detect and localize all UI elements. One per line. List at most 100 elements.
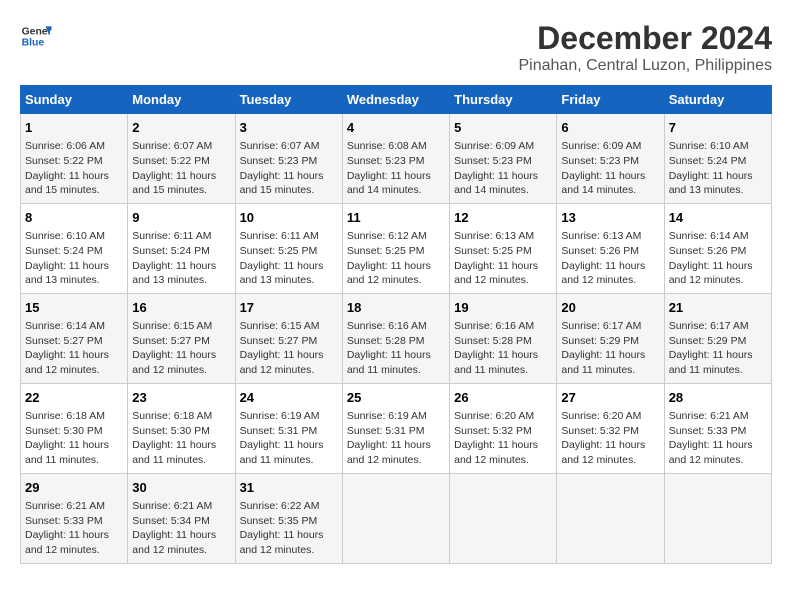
calendar-cell: 22Sunrise: 6:18 AMSunset: 5:30 PMDayligh…	[21, 383, 128, 473]
day-info: Sunrise: 6:20 AM	[561, 409, 659, 424]
day-info: Sunset: 5:27 PM	[132, 334, 230, 349]
day-info: Sunset: 5:27 PM	[25, 334, 123, 349]
calendar-cell: 21 Sunrise: 6:17 AMSunset: 5:29 PMDayligh…	[664, 293, 771, 383]
day-info: Sunrise: 6:09 AM	[561, 139, 659, 154]
day-info: Sunrise: 6:11 AM	[132, 229, 230, 244]
day-info: Sunrise: 6:09 AM	[454, 139, 552, 154]
calendar-cell: 9Sunrise: 6:11 AMSunset: 5:24 PMDaylight…	[128, 203, 235, 293]
day-info: Daylight: 11 hours and 12 minutes.	[25, 348, 123, 377]
calendar-cell: 19Sunrise: 6:16 AMSunset: 5:28 PMDayligh…	[450, 293, 557, 383]
day-info: Daylight: 11 hours and 12 minutes.	[454, 259, 552, 288]
day-number: 24	[240, 389, 338, 407]
calendar-cell	[557, 473, 664, 563]
day-info: Sunset: 5:23 PM	[347, 154, 445, 169]
day-info: Daylight: 11 hours and 13 minutes.	[669, 169, 767, 198]
day-info: Daylight: 11 hours and 12 minutes.	[132, 528, 230, 557]
calendar-cell	[450, 473, 557, 563]
day-info: Sunset: 5:32 PM	[561, 424, 659, 439]
day-number: 5	[454, 119, 552, 137]
day-number: 12	[454, 209, 552, 227]
day-number: 3	[240, 119, 338, 137]
day-info: Sunrise: 6:17 AM	[561, 319, 659, 334]
header-wednesday: Wednesday	[342, 86, 449, 114]
day-info: Sunset: 5:32 PM	[454, 424, 552, 439]
calendar-cell	[664, 473, 771, 563]
day-number: 9	[132, 209, 230, 227]
day-info: Sunset: 5:27 PM	[240, 334, 338, 349]
day-info: Daylight: 11 hours and 13 minutes.	[132, 259, 230, 288]
day-number: 25	[347, 389, 445, 407]
day-info: Daylight: 11 hours and 15 minutes.	[25, 169, 123, 198]
calendar-header: SundayMondayTuesdayWednesdayThursdayFrid…	[21, 86, 772, 114]
header-sunday: Sunday	[21, 86, 128, 114]
day-number: 22	[25, 389, 123, 407]
calendar-cell: 24Sunrise: 6:19 AMSunset: 5:31 PMDayligh…	[235, 383, 342, 473]
calendar-cell: 18Sunrise: 6:16 AMSunset: 5:28 PMDayligh…	[342, 293, 449, 383]
day-number: 6	[561, 119, 659, 137]
calendar-cell: 15Sunrise: 6:14 AMSunset: 5:27 PMDayligh…	[21, 293, 128, 383]
day-info: Sunset: 5:29 PM	[669, 334, 767, 349]
day-info: Sunrise: 6:17 AM	[669, 319, 767, 334]
page-header: General Blue December 2024 Pinahan, Cent…	[20, 20, 772, 75]
day-info: Sunrise: 6:20 AM	[454, 409, 552, 424]
day-info: Sunset: 5:29 PM	[561, 334, 659, 349]
calendar-cell	[342, 473, 449, 563]
day-info: Daylight: 11 hours and 12 minutes.	[240, 348, 338, 377]
day-number: 21	[669, 299, 767, 317]
day-info: Daylight: 11 hours and 12 minutes.	[454, 438, 552, 467]
day-info: Daylight: 11 hours and 12 minutes.	[347, 259, 445, 288]
day-number: 8	[25, 209, 123, 227]
day-number: 2	[132, 119, 230, 137]
day-info: Daylight: 11 hours and 15 minutes.	[240, 169, 338, 198]
calendar-cell: 26 Sunrise: 6:20 AMSunset: 5:32 PMDayligh…	[450, 383, 557, 473]
day-info: Daylight: 11 hours and 11 minutes.	[454, 348, 552, 377]
day-info: Daylight: 11 hours and 12 minutes.	[132, 348, 230, 377]
day-info: Sunrise: 6:16 AM	[454, 319, 552, 334]
day-number: 16	[132, 299, 230, 317]
day-info: Sunset: 5:22 PM	[25, 154, 123, 169]
day-info: Daylight: 11 hours and 11 minutes.	[25, 438, 123, 467]
calendar-cell: 20Sunrise: 6:17 AMSunset: 5:29 PMDayligh…	[557, 293, 664, 383]
calendar-cell: 2 Sunrise: 6:07 AMSunset: 5:22 PMDaylight…	[128, 114, 235, 204]
day-info: Sunrise: 6:19 AM	[347, 409, 445, 424]
day-info: Daylight: 11 hours and 12 minutes.	[240, 528, 338, 557]
day-info: Sunrise: 6:21 AM	[669, 409, 767, 424]
header-friday: Friday	[557, 86, 664, 114]
header-tuesday: Tuesday	[235, 86, 342, 114]
day-info: Sunset: 5:33 PM	[669, 424, 767, 439]
day-number: 28	[669, 389, 767, 407]
day-number: 19	[454, 299, 552, 317]
day-info: Daylight: 11 hours and 13 minutes.	[240, 259, 338, 288]
day-info: Sunset: 5:23 PM	[561, 154, 659, 169]
calendar-cell: 14Sunrise: 6:14 AMSunset: 5:26 PMDayligh…	[664, 203, 771, 293]
day-number: 7	[669, 119, 767, 137]
calendar-cell: 3Sunrise: 6:07 AMSunset: 5:23 PMDaylight…	[235, 114, 342, 204]
day-info: Sunrise: 6:15 AM	[132, 319, 230, 334]
day-number: 10	[240, 209, 338, 227]
calendar-cell: 7Sunrise: 6:10 AMSunset: 5:24 PMDaylight…	[664, 114, 771, 204]
calendar-cell: 30Sunrise: 6:21 AMSunset: 5:34 PMDayligh…	[128, 473, 235, 563]
day-info: Sunset: 5:24 PM	[669, 154, 767, 169]
day-info: Sunrise: 6:14 AM	[25, 319, 123, 334]
day-info: Daylight: 11 hours and 11 minutes.	[347, 348, 445, 377]
day-info: Daylight: 11 hours and 15 minutes.	[132, 169, 230, 198]
calendar-cell: 10Sunrise: 6:11 AMSunset: 5:25 PMDayligh…	[235, 203, 342, 293]
calendar-cell: 4Sunrise: 6:08 AMSunset: 5:23 PMDaylight…	[342, 114, 449, 204]
header-monday: Monday	[128, 86, 235, 114]
day-info: Sunrise: 6:18 AM	[25, 409, 123, 424]
day-number: 17	[240, 299, 338, 317]
day-info: Sunset: 5:33 PM	[25, 514, 123, 529]
calendar-cell: 28Sunrise: 6:21 AMSunset: 5:33 PMDayligh…	[664, 383, 771, 473]
day-info: Sunrise: 6:14 AM	[669, 229, 767, 244]
day-info: Sunset: 5:34 PM	[132, 514, 230, 529]
day-info: Daylight: 11 hours and 11 minutes.	[669, 348, 767, 377]
header-thursday: Thursday	[450, 86, 557, 114]
day-info: Sunrise: 6:07 AM	[132, 139, 230, 154]
day-info: Sunrise: 6:07 AM	[240, 139, 338, 154]
day-number: 26	[454, 389, 552, 407]
day-info: Sunrise: 6:10 AM	[25, 229, 123, 244]
day-number: 14	[669, 209, 767, 227]
day-info: Sunrise: 6:08 AM	[347, 139, 445, 154]
day-info: Sunset: 5:22 PM	[132, 154, 230, 169]
calendar-cell: 25Sunrise: 6:19 AMSunset: 5:31 PMDayligh…	[342, 383, 449, 473]
